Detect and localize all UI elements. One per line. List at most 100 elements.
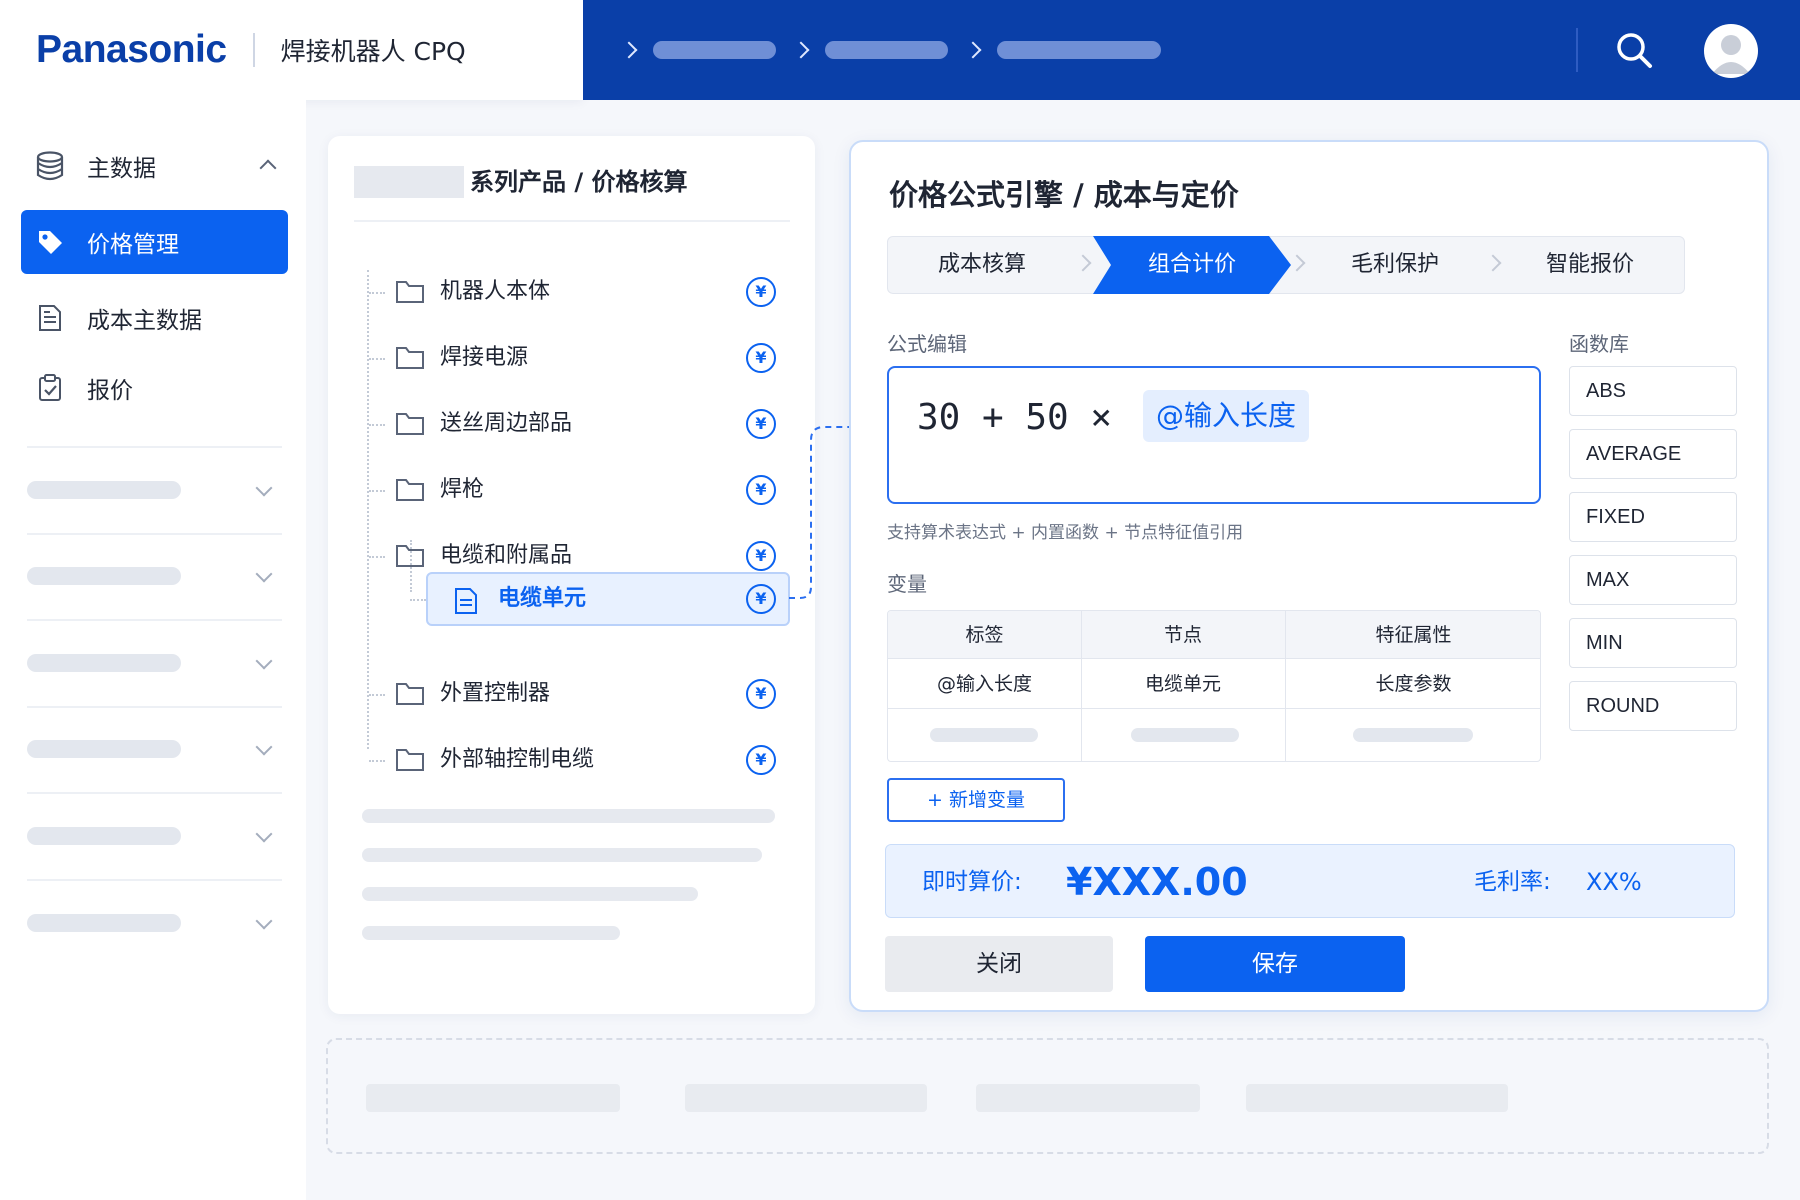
- tree-node[interactable]: 送丝周边部品 ¥: [328, 402, 815, 446]
- variables-label: 变量: [887, 572, 927, 596]
- folder-icon: [396, 281, 424, 303]
- tree-node[interactable]: 外部轴控制电缆 ¥: [328, 738, 815, 782]
- sidebar-item-cost-master-data[interactable]: 成本主数据: [21, 286, 288, 350]
- document-icon: [455, 588, 477, 614]
- add-variable-button[interactable]: + 新增变量: [887, 778, 1065, 822]
- tree-node[interactable]: 外置控制器 ¥: [328, 672, 815, 716]
- chevron-up-icon: [259, 159, 277, 177]
- margin-rate-label: 毛利率:: [1474, 869, 1551, 895]
- placeholder-line: [362, 809, 775, 823]
- sidebar-item-price-management[interactable]: 价格管理: [21, 210, 288, 274]
- sidebar: 主数据 价格管理 成本主数据 报价: [0, 100, 306, 1200]
- placeholder-line: [362, 926, 620, 940]
- sidebar-placeholder-item[interactable]: [27, 827, 181, 845]
- row-divider: [888, 708, 1540, 709]
- variables-table: 标签 节点 特征属性 @输入长度 电缆单元 长度参数: [887, 610, 1541, 762]
- placeholder-block: [976, 1084, 1200, 1112]
- tree-node-label: 焊接电源: [440, 345, 529, 370]
- sidebar-item-label: 价格管理: [87, 232, 179, 258]
- folder-icon: [396, 683, 424, 705]
- tree-node[interactable]: 机器人本体 ¥: [328, 270, 815, 314]
- placeholder-cell: [930, 728, 1038, 742]
- sidebar-placeholder-item[interactable]: [27, 740, 181, 758]
- tab-cost-accounting[interactable]: 成本核算: [887, 236, 1077, 294]
- tree-node-label: 机器人本体: [440, 279, 551, 304]
- tree-node-selected[interactable]: 电缆单元 ¥: [426, 572, 790, 626]
- product-tree-panel: 系列产品 / 价格核算 机器人本体 ¥ 焊接电源 ¥ 送丝周边部品 ¥ 焊枪 ¥…: [328, 136, 815, 1014]
- function-item[interactable]: MAX: [1569, 555, 1737, 605]
- sidebar-item-label: 主数据: [87, 156, 156, 182]
- tree-connector-line: [410, 540, 412, 592]
- chevron-right-icon: [792, 41, 810, 59]
- divider: [27, 792, 282, 794]
- sidebar-placeholder-item[interactable]: [27, 654, 181, 672]
- tree-node-label: 送丝周边部品: [440, 411, 573, 436]
- table-cell[interactable]: 长度参数: [1285, 660, 1540, 708]
- breadcrumb-item-1[interactable]: [653, 41, 776, 59]
- user-avatar-icon[interactable]: [1704, 24, 1758, 78]
- breadcrumb-item-2[interactable]: [825, 41, 948, 59]
- chevron-down-icon: [255, 565, 273, 583]
- function-item[interactable]: FIXED: [1569, 492, 1737, 542]
- function-item[interactable]: ABS: [1569, 366, 1737, 416]
- price-badge-icon[interactable]: ¥: [746, 745, 776, 775]
- function-item[interactable]: AVERAGE: [1569, 429, 1737, 479]
- sidebar-item-master-data[interactable]: 主数据: [21, 134, 288, 198]
- instant-price-value: ¥XXX.00: [1066, 860, 1248, 904]
- formula-input[interactable]: 30 + 50 × @输入长度: [887, 366, 1541, 504]
- price-badge-icon[interactable]: ¥: [746, 541, 776, 571]
- formula-variable-token[interactable]: @输入长度: [1143, 390, 1310, 442]
- tree-node-label: 外置控制器: [440, 681, 551, 706]
- chevron-down-icon: [255, 738, 273, 756]
- placeholder-cell: [1353, 728, 1473, 742]
- document-icon: [35, 303, 65, 333]
- tree-node[interactable]: 焊枪 ¥: [328, 468, 815, 512]
- folder-icon: [396, 413, 424, 435]
- price-badge-icon[interactable]: ¥: [746, 343, 776, 373]
- step-tabs: 成本核算 组合计价 毛利保护 智能报价: [887, 236, 1685, 294]
- placeholder-block: [366, 1084, 620, 1112]
- price-badge-icon[interactable]: ¥: [746, 679, 776, 709]
- chevron-right-icon: [620, 41, 638, 59]
- tree-node-label: 外部轴控制电缆: [440, 747, 595, 772]
- function-item[interactable]: ROUND: [1569, 681, 1737, 731]
- table-header-cell: 标签: [965, 624, 1004, 646]
- folder-icon: [396, 479, 424, 501]
- sidebar-placeholder-item[interactable]: [27, 567, 181, 585]
- chevron-down-icon: [255, 652, 273, 670]
- sidebar-item-label: 报价: [87, 378, 133, 404]
- top-bar: Panasonic 焊接机器人 CPQ: [0, 0, 1800, 100]
- panasonic-logo[interactable]: Panasonic: [36, 28, 227, 72]
- sidebar-placeholder-item[interactable]: [27, 481, 181, 499]
- brand-divider: [252, 33, 255, 67]
- instant-price-bar: 即时算价: ¥XXX.00 毛利率: XX%: [885, 844, 1735, 918]
- table-cell[interactable]: 电缆单元: [1081, 660, 1285, 708]
- function-item[interactable]: MIN: [1569, 618, 1737, 668]
- divider: [27, 533, 282, 535]
- sidebar-item-quote[interactable]: 报价: [21, 356, 288, 420]
- formula-edit-label: 公式编辑: [887, 332, 967, 356]
- tab-margin-protection[interactable]: 毛利保护: [1297, 236, 1493, 294]
- function-library-label: 函数库: [1569, 332, 1629, 356]
- placeholder-line: [362, 848, 762, 862]
- price-badge-icon[interactable]: ¥: [746, 475, 776, 505]
- divider: [27, 706, 282, 708]
- tree-node-label: 电缆单元: [498, 586, 587, 611]
- breadcrumb-item-3[interactable]: [997, 41, 1161, 59]
- tab-smart-quote[interactable]: 智能报价: [1495, 236, 1685, 294]
- tree-connector-line: [410, 599, 426, 601]
- price-badge-icon[interactable]: ¥: [746, 277, 776, 307]
- save-button[interactable]: 保存: [1145, 936, 1405, 992]
- close-button[interactable]: 关闭: [885, 936, 1113, 992]
- sidebar-placeholder-item[interactable]: [27, 914, 181, 932]
- price-badge-icon[interactable]: ¥: [746, 584, 776, 614]
- chevron-right-icon: [964, 41, 982, 59]
- clipboard-check-icon: [35, 373, 65, 403]
- tree-node[interactable]: 焊接电源 ¥: [328, 336, 815, 380]
- price-badge-icon[interactable]: ¥: [746, 409, 776, 439]
- search-icon[interactable]: [1614, 30, 1654, 70]
- chevron-down-icon: [255, 479, 273, 497]
- table-cell[interactable]: @输入长度: [888, 660, 1081, 708]
- tab-combined-pricing[interactable]: 组合计价: [1093, 236, 1291, 294]
- divider: [27, 619, 282, 621]
